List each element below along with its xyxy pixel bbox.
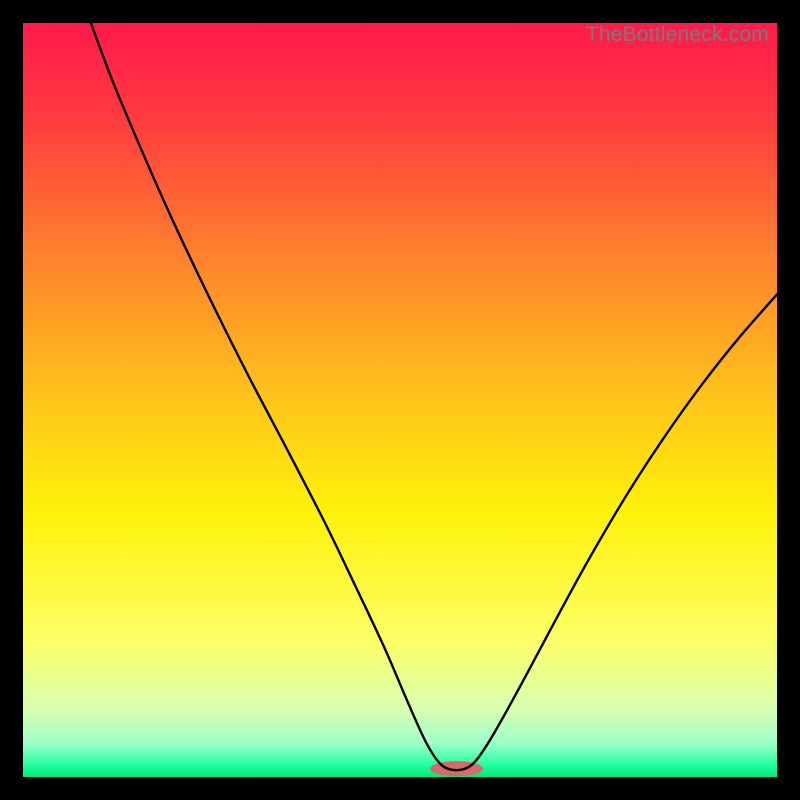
watermark-label: TheBottleneck.com: [586, 23, 769, 47]
optimal-marker: [430, 761, 483, 776]
chart-frame: TheBottleneck.com: [23, 23, 777, 777]
bottleneck-chart: [23, 23, 777, 777]
